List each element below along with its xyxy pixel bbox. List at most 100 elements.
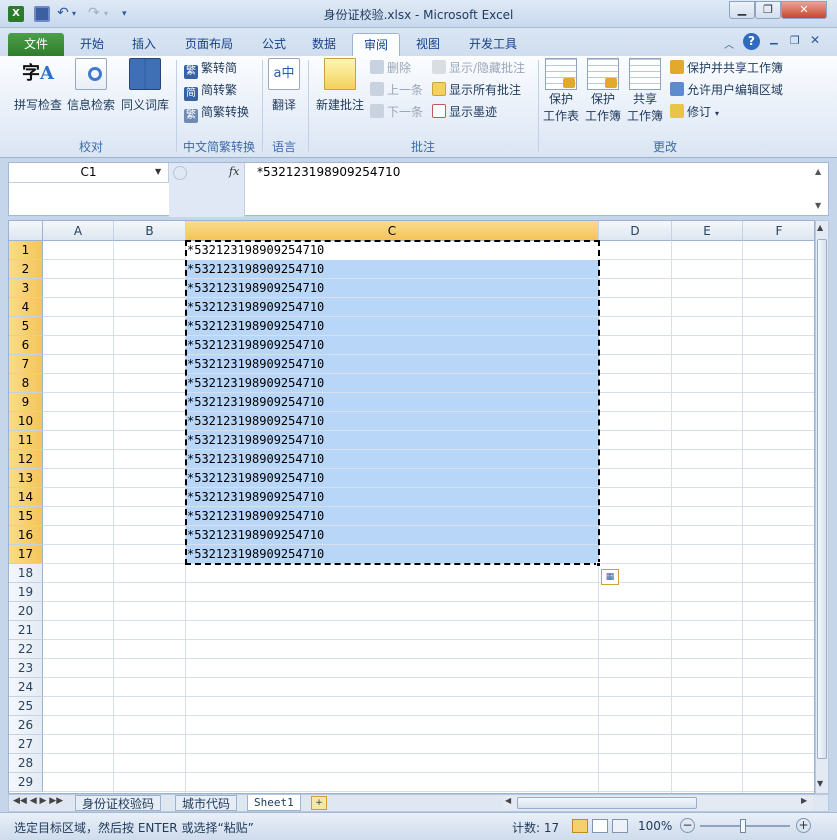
scroll-left-icon[interactable]: ◀ (505, 796, 511, 805)
worksheet-grid[interactable]: A B C D E F 1 2 3 4 5 6 7 8 9 10 11 12 13 14 15 16 17 18 19 20 21 2… (8, 220, 815, 794)
row-header-20[interactable]: 20 (9, 602, 43, 621)
column-header-e[interactable]: E (672, 221, 743, 241)
row-header-24[interactable]: 24 (9, 678, 43, 697)
row-header-6[interactable]: 6 (9, 336, 43, 355)
row-header-25[interactable]: 25 (9, 697, 43, 716)
horizontal-scrollbar[interactable]: ◀ ▶ (503, 796, 813, 810)
row-header-9[interactable]: 9 (9, 393, 43, 412)
tab-file[interactable]: 文件 (8, 33, 64, 56)
column-header-c[interactable]: C (186, 221, 599, 241)
convert-button[interactable]: 繁简繁转换 (184, 102, 249, 123)
select-all-corner[interactable] (9, 221, 43, 241)
protect-workbook-button[interactable]: 保护 工作簿 (582, 58, 624, 124)
scroll-thumb[interactable] (817, 239, 827, 759)
h-scroll-thumb[interactable] (517, 797, 697, 809)
name-box-dropdown-icon[interactable]: ▼ (155, 167, 161, 176)
wb-restore-icon[interactable]: ❐ (790, 34, 800, 47)
wb-close-icon[interactable]: ✕ (810, 33, 820, 47)
spell-check-button[interactable]: 字A 拼写检查 (10, 58, 66, 113)
tab-review[interactable]: 审阅 (352, 33, 400, 56)
zoom-out-icon[interactable]: − (680, 818, 695, 833)
show-ink-button[interactable]: 显示墨迹 (432, 102, 497, 122)
row-header-22[interactable]: 22 (9, 640, 43, 659)
sheet-tab-sheet1[interactable]: Sheet1 (247, 795, 301, 811)
column-header-d[interactable]: D (599, 221, 672, 241)
row-header-5[interactable]: 5 (9, 317, 43, 336)
formula-input[interactable]: *532123198909254710 (257, 165, 400, 179)
row-header-10[interactable]: 10 (9, 412, 43, 431)
new-comment-button[interactable]: 新建批注 (312, 58, 368, 113)
row-header-23[interactable]: 23 (9, 659, 43, 678)
row-header-29[interactable]: 29 (9, 773, 43, 792)
row-header-26[interactable]: 26 (9, 716, 43, 735)
allow-edit-ranges-button[interactable]: 允许用户编辑区域 (670, 80, 783, 100)
tab-view[interactable]: 视图 (406, 33, 450, 56)
help-icon[interactable]: ? (743, 33, 760, 50)
tab-page-layout[interactable]: 页面布局 (178, 33, 240, 56)
simp-to-trad-button[interactable]: 简简转繁 (184, 80, 237, 101)
zoom-slider[interactable] (700, 819, 790, 833)
row-header-21[interactable]: 21 (9, 621, 43, 640)
row-gridline (43, 791, 814, 792)
row-header-28[interactable]: 28 (9, 754, 43, 773)
scroll-right-icon[interactable]: ▶ (801, 796, 807, 805)
zoom-slider-thumb[interactable] (740, 819, 746, 833)
vertical-scrollbar[interactable]: ▲ ▼ (815, 220, 829, 794)
insert-sheet-icon[interactable]: + (311, 796, 327, 810)
first-sheet-icon[interactable]: ◀◀ ◀ ▶ ▶▶ (13, 796, 63, 806)
minimize-button[interactable]: ▁ (729, 1, 755, 19)
sheet-tab-city-code[interactable]: 城市代码 (175, 795, 238, 811)
tab-data[interactable]: 数据 (302, 33, 346, 56)
row-header-18[interactable]: 18 (9, 564, 43, 583)
tab-formulas[interactable]: 公式 (252, 33, 296, 56)
name-box[interactable]: C1 (9, 163, 169, 183)
formula-expand-icon[interactable]: ▲ (815, 167, 821, 176)
protect-share-button[interactable]: 保护并共享工作簿 (670, 58, 783, 78)
zoom-in-icon[interactable]: + (796, 818, 811, 833)
trad-to-simp-button[interactable]: 繁繁转简 (184, 58, 237, 79)
normal-view-icon[interactable] (572, 819, 588, 833)
close-button[interactable]: ✕ (781, 1, 827, 19)
paste-options-icon[interactable]: ▦ (601, 569, 619, 585)
column-header-a[interactable]: A (43, 221, 114, 241)
page-break-view-icon[interactable] (612, 819, 628, 833)
scroll-down-icon[interactable]: ▼ (817, 779, 823, 788)
column-header-f[interactable]: F (743, 221, 814, 241)
row-header-17[interactable]: 17 (9, 545, 43, 564)
minimize-ribbon-icon[interactable]: ︿ (724, 36, 734, 51)
tab-developer[interactable]: 开发工具 (460, 33, 526, 56)
row-header-16[interactable]: 16 (9, 526, 43, 545)
row-header-3[interactable]: 3 (9, 279, 43, 298)
insert-function-icon[interactable]: fx (229, 165, 239, 178)
wb-minimize-icon[interactable]: ▁ (770, 34, 778, 45)
row-header-12[interactable]: 12 (9, 450, 43, 469)
sheet-tab-id-check[interactable]: 身份证校验码 (75, 795, 162, 811)
row-header-19[interactable]: 19 (9, 583, 43, 602)
translate-button[interactable]: a中 翻译 (266, 58, 302, 113)
scroll-up-icon[interactable]: ▲ (817, 223, 823, 232)
column-header-b[interactable]: B (114, 221, 186, 241)
row-header-13[interactable]: 13 (9, 469, 43, 488)
row-header-4[interactable]: 4 (9, 298, 43, 317)
tab-home[interactable]: 开始 (70, 33, 114, 56)
row-header-15[interactable]: 15 (9, 507, 43, 526)
show-all-comments-button[interactable]: 显示所有批注 (432, 80, 521, 100)
row-header-14[interactable]: 14 (9, 488, 43, 507)
row-header-2[interactable]: 2 (9, 260, 43, 279)
formula-collapse-icon[interactable]: ▼ (815, 201, 821, 210)
track-changes-button[interactable]: 修订 ▾ (670, 102, 719, 122)
row-header-11[interactable]: 11 (9, 431, 43, 450)
page-layout-view-icon[interactable] (592, 819, 608, 833)
maximize-button[interactable]: ❐ (755, 1, 781, 19)
protect-sheet-button[interactable]: 保护 工作表 (540, 58, 582, 124)
fill-handle[interactable] (596, 562, 601, 567)
thesaurus-button[interactable]: 同义词库 (118, 58, 172, 113)
row-header-1[interactable]: 1 (9, 241, 43, 260)
tab-insert[interactable]: 插入 (122, 33, 166, 56)
research-button[interactable]: 信息检索 (64, 58, 118, 113)
row-header-8[interactable]: 8 (9, 374, 43, 393)
row-header-7[interactable]: 7 (9, 355, 43, 374)
share-workbook-button[interactable]: 共享 工作簿 (624, 58, 666, 124)
zoom-level[interactable]: 100% (638, 819, 672, 833)
row-header-27[interactable]: 27 (9, 735, 43, 754)
